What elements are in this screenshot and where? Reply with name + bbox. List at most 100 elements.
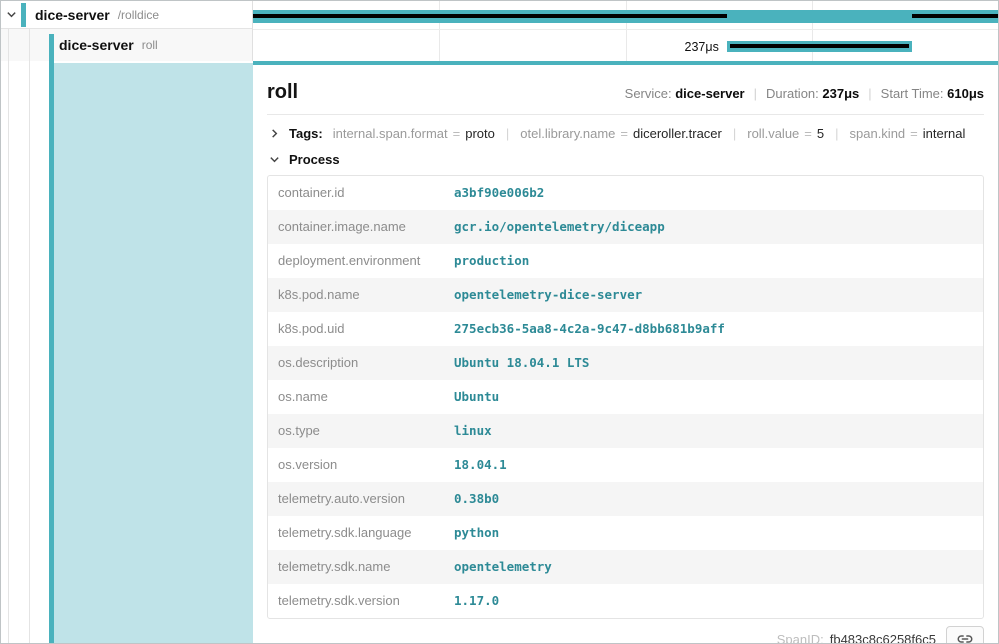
- service-name: dice-server: [35, 7, 110, 23]
- tag-equals: =: [453, 126, 461, 141]
- chevron-right-icon: [269, 128, 280, 139]
- meta-separator: |: [754, 86, 757, 101]
- process-key: telemetry.sdk.language: [268, 516, 444, 550]
- meta-value: 610μs: [947, 86, 984, 101]
- chevron-down-icon: [269, 154, 280, 165]
- meta-value: dice-server: [675, 86, 744, 101]
- process-table-row: os.nameUbuntu: [268, 380, 983, 414]
- timeline-row-divider: [253, 29, 998, 30]
- process-value: gcr.io/opentelemetry/diceapp: [444, 210, 983, 244]
- process-key: k8s.pod.uid: [268, 312, 444, 346]
- tag-value: 5: [817, 126, 824, 141]
- span-color-bar: [49, 34, 54, 61]
- tag-key: roll.value: [747, 126, 799, 141]
- process-value: opentelemetry-dice-server: [444, 278, 983, 312]
- collapse-children-button[interactable]: [1, 9, 21, 20]
- process-value: opentelemetry: [444, 550, 983, 584]
- process-key: k8s.pod.name: [268, 278, 444, 312]
- process-key: os.type: [268, 414, 444, 448]
- tags-summary: internal.span.format = proto | otel.library.…: [333, 126, 966, 141]
- operation-name: /rolldice: [118, 8, 159, 22]
- tag-key: span.kind: [850, 126, 906, 141]
- span-row-parent[interactable]: dice-server /rolldice: [1, 1, 252, 29]
- process-table-row: k8s.pod.uid275ecb36-5aa8-4c2a-9c47-d8bb6…: [268, 312, 983, 346]
- process-table-row: os.descriptionUbuntu 18.04.1 LTS: [268, 346, 983, 380]
- process-table-row: telemetry.sdk.languagepython: [268, 516, 983, 550]
- child-critical-path-line: [730, 44, 909, 48]
- process-key: telemetry.sdk.name: [268, 550, 444, 584]
- process-value: python: [444, 516, 983, 550]
- process-value: 1.17.0: [444, 584, 983, 618]
- process-table-row: os.version18.04.1: [268, 448, 983, 482]
- process-key: os.version: [268, 448, 444, 482]
- process-table-row: container.ida3bf90e006b2: [268, 176, 983, 210]
- critical-path-line: [253, 14, 727, 18]
- process-value: 18.04.1: [444, 448, 983, 482]
- process-table-row: os.typelinux: [268, 414, 983, 448]
- span-row-child[interactable]: dice-server roll: [1, 29, 252, 61]
- process-table-row: telemetry.auto.version0.38b0: [268, 482, 983, 516]
- meta-label: Service:: [625, 86, 676, 101]
- meta-label: Duration:: [766, 86, 822, 101]
- tag-value: internal: [923, 126, 966, 141]
- process-label: Process: [289, 152, 340, 167]
- process-value: Ubuntu 18.04.1 LTS: [444, 346, 983, 380]
- tag-value: diceroller.tracer: [633, 126, 722, 141]
- chevron-down-icon: [6, 9, 17, 20]
- process-key: os.name: [268, 380, 444, 414]
- process-value: 275ecb36-5aa8-4c2a-9c47-d8bb681b9aff: [444, 312, 983, 346]
- tags-label: Tags:: [289, 126, 323, 141]
- parent-span-bar[interactable]: [253, 10, 998, 23]
- tag-separator: |: [835, 126, 838, 141]
- span-detail-header: roll Service: dice-server|Duration: 237μ…: [267, 71, 984, 114]
- tag-equals: =: [910, 126, 918, 141]
- tag-key: otel.library.name: [520, 126, 615, 141]
- process-key: container.id: [268, 176, 444, 210]
- deep-link-button[interactable]: [946, 626, 984, 643]
- indent-guide: [8, 29, 9, 61]
- span-name-column: dice-server /rolldice dice-server roll: [1, 1, 253, 61]
- span-footer: SpanID: fb483c8c6258f6c5: [267, 619, 984, 643]
- process-value: a3bf90e006b2: [444, 176, 983, 210]
- process-accordion[interactable]: Process: [267, 149, 984, 175]
- span-operation-title: roll: [267, 81, 298, 104]
- tag-equals: =: [804, 126, 812, 141]
- meta-separator: |: [868, 86, 871, 101]
- process-key: container.image.name: [268, 210, 444, 244]
- tag-value: proto: [465, 126, 495, 141]
- spanid-value: fb483c8c6258f6c5: [830, 632, 936, 644]
- span-detail-panel: roll Service: dice-server|Duration: 237μ…: [253, 61, 998, 643]
- process-table-row: container.image.namegcr.io/opentelemetry…: [268, 210, 983, 244]
- process-value: linux: [444, 414, 983, 448]
- process-table-row: deployment.environmentproduction: [268, 244, 983, 278]
- link-icon: [956, 630, 974, 643]
- child-span-bar[interactable]: [727, 41, 912, 52]
- process-value: Ubuntu: [444, 380, 983, 414]
- process-kv-table: container.ida3bf90e006b2container.image.…: [267, 175, 984, 619]
- selected-span-highlight: [54, 63, 253, 643]
- spanid-label: SpanID:: [777, 632, 824, 644]
- timeline-track: 237μs: [253, 1, 998, 61]
- indent-guide: [8, 61, 9, 643]
- process-key: deployment.environment: [268, 244, 444, 278]
- indent-guide: [29, 29, 30, 61]
- meta-label: Start Time:: [881, 86, 947, 101]
- selected-span-left-strip: [1, 61, 253, 643]
- process-key: os.description: [268, 346, 444, 380]
- tags-accordion[interactable]: Tags: internal.span.format = proto | otel.li…: [267, 115, 984, 149]
- span-color-bar: [21, 3, 26, 27]
- timeline-header: 237μs dice-server /rolldice: [1, 1, 998, 61]
- process-table-row: telemetry.sdk.nameopentelemetry: [268, 550, 983, 584]
- service-name: dice-server: [59, 37, 134, 53]
- process-table-row: k8s.pod.nameopentelemetry-dice-server: [268, 278, 983, 312]
- indent-guide: [29, 61, 30, 643]
- trace-timeline-window: 237μs dice-server /rolldice: [0, 0, 999, 644]
- process-key: telemetry.auto.version: [268, 482, 444, 516]
- tag-key: internal.span.format: [333, 126, 448, 141]
- tag-separator: |: [506, 126, 509, 141]
- tag-separator: |: [733, 126, 736, 141]
- process-value: 0.38b0: [444, 482, 983, 516]
- operation-name: roll: [142, 38, 158, 52]
- critical-path-line: [912, 14, 998, 18]
- tag-equals: =: [620, 126, 628, 141]
